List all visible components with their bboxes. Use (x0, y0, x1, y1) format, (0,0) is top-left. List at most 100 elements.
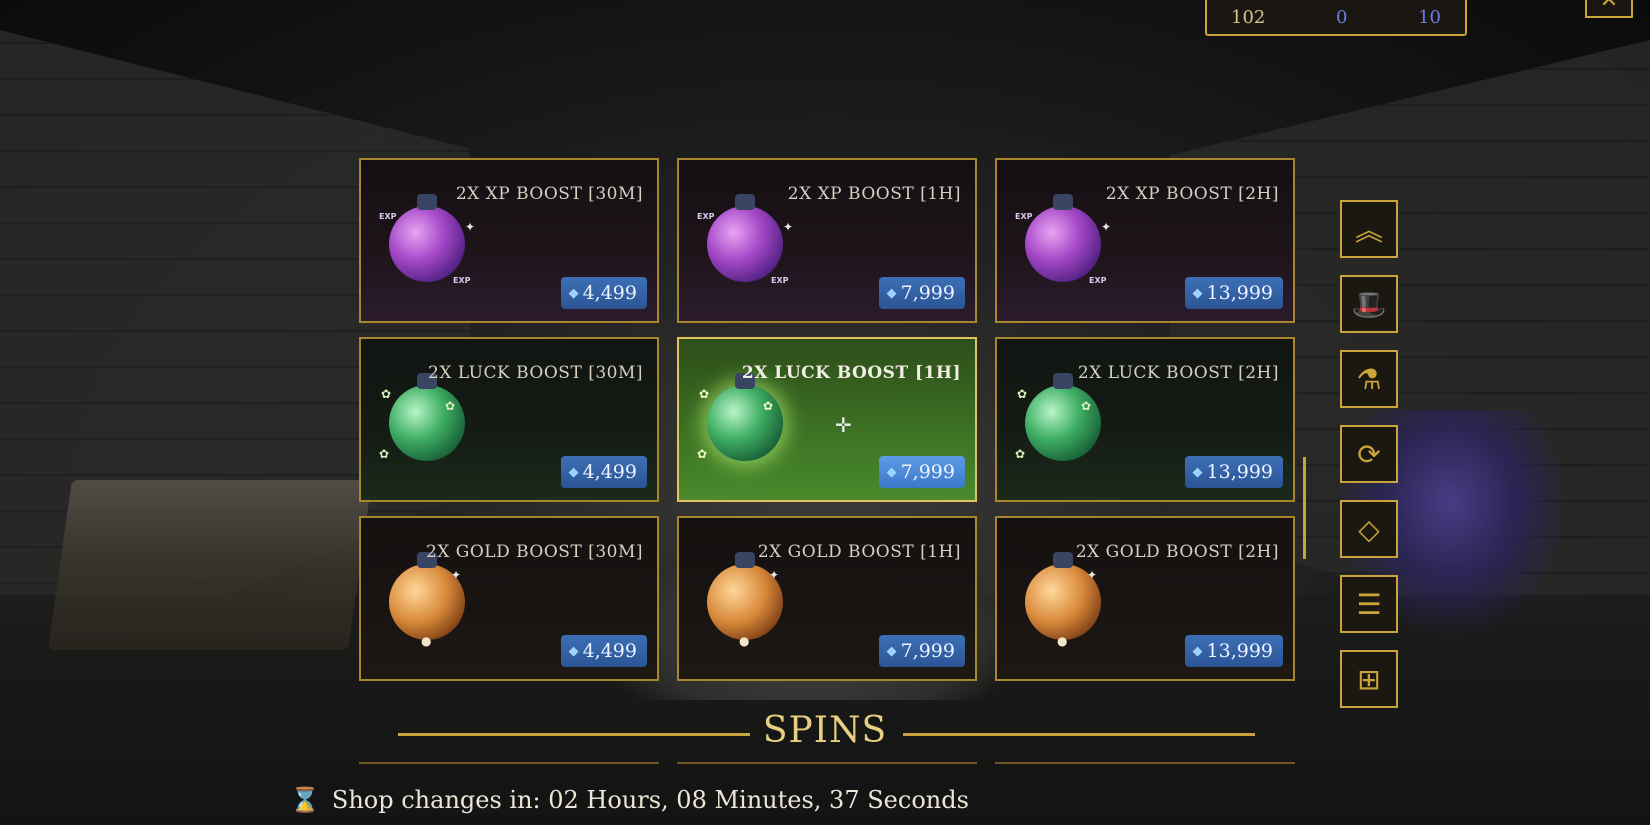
side-button-rank[interactable]: ︽ (1340, 200, 1398, 258)
shop-refresh-timer: ⌛ Shop changes in: 02 Hours, 08 Minutes,… (290, 786, 969, 814)
price-value: 7,999 (900, 640, 955, 662)
item-title: 2X LUCK BOOST [30M] (428, 363, 643, 383)
shop-item-xp-1h[interactable]: EXP EXP ✦ 2X XP BOOST [1H] ◆ 7,999 (677, 158, 977, 323)
gold-count: 102 (1231, 7, 1266, 28)
gem-icon: ◆ (568, 285, 579, 301)
side-button-spins[interactable]: ⟳ (1340, 425, 1398, 483)
shop-item-xp-2h[interactable]: EXP EXP ✦ 2X XP BOOST [2H] ◆ 13,999 (995, 158, 1295, 323)
sparkle-icon: ✦ (451, 568, 462, 582)
shop-item-luck-30m[interactable]: ✿ ✿ ✿ 2X LUCK BOOST [30M] ◆ 4,499 (359, 337, 659, 502)
item-title: 2X LUCK BOOST [1H] (741, 363, 961, 383)
exp-tag-icon: EXP (1015, 212, 1033, 221)
side-button-cosmetics[interactable]: 🎩 (1340, 275, 1398, 333)
xp-potion-icon (707, 194, 783, 282)
item-title: 2X LUCK BOOST [2H] (1077, 363, 1279, 383)
sparkle-icon: ✦ (1087, 568, 1098, 582)
exp-tag-icon: EXP (771, 276, 789, 285)
gift-box-icon: ⊞ (1357, 662, 1381, 696)
close-button[interactable]: ✕ (1585, 0, 1633, 18)
price-value: 7,999 (900, 461, 955, 483)
clover-icon: ✿ (1081, 399, 1092, 413)
item-title: 2X XP BOOST [2H] (1105, 184, 1279, 204)
clover-icon: ✿ (445, 399, 456, 413)
xp-potion-icon (1025, 194, 1101, 282)
exp-tag-icon: EXP (453, 276, 471, 285)
clover-icon: ✿ (699, 387, 710, 401)
exp-tag-icon: EXP (1089, 276, 1107, 285)
xp-potion-icon (389, 194, 465, 282)
shop-scrollbar[interactable] (1303, 457, 1306, 559)
shop-item-xp-30m[interactable]: EXP EXP ✦ 2X XP BOOST [30M] ◆ 4,499 (359, 158, 659, 323)
gem-icon: ◆ (1192, 643, 1203, 659)
price-button[interactable]: ◆ 4,499 (560, 456, 647, 488)
price-button[interactable]: ◆ 7,999 (878, 277, 965, 309)
price-button[interactable]: ◆ 4,499 (560, 277, 647, 309)
close-icon: ✕ (1599, 0, 1619, 13)
timer-text: Shop changes in: 02 Hours, 08 Minutes, 3… (331, 786, 969, 814)
spins-card-peek (677, 762, 977, 784)
side-button-gifts[interactable]: ⊞ (1340, 650, 1398, 708)
item-title: 2X XP BOOST [30M] (455, 184, 643, 204)
item-title: 2X GOLD BOOST [30M] (425, 542, 643, 562)
price-value: 4,499 (582, 282, 637, 304)
price-button[interactable]: ◆ 13,999 (1184, 456, 1283, 488)
gem-icon: ◆ (886, 464, 897, 480)
clover-icon: ✿ (379, 447, 390, 461)
gem-icon: ◆ (1192, 285, 1203, 301)
sparkle-icon: ✦ (1101, 220, 1112, 234)
sparkle-icon: ✦ (465, 220, 476, 234)
price-value: 13,999 (1206, 640, 1273, 662)
price-button[interactable]: ◆ 13,999 (1184, 635, 1283, 667)
gem-icon: ◆ (886, 285, 897, 301)
price-button[interactable]: ◆ 7,999 (878, 635, 965, 667)
shop-item-luck-2h[interactable]: ✿ ✿ ✿ 2X LUCK BOOST [2H] ◆ 13,999 (995, 337, 1295, 502)
sparkle-icon: ✦ (769, 568, 780, 582)
clover-icon: ✿ (697, 447, 708, 461)
rank-chevron-icon: ︽ (1354, 214, 1383, 247)
shop-item-luck-1h[interactable]: ✿ ✿ ✿ 2X LUCK BOOST [1H] ✛ ◆ 7,999 (677, 337, 977, 502)
section-heading-spins: SPINS (762, 710, 888, 751)
exp-tag-icon: EXP (697, 212, 715, 221)
side-button-boosts[interactable]: ⚗ (1340, 350, 1398, 408)
coin-icon: ● (1057, 634, 1068, 648)
clover-icon: ✿ (1015, 447, 1026, 461)
price-value: 13,999 (1206, 461, 1273, 483)
hourglass-icon: ⌛ (290, 786, 320, 814)
luck-potion-icon (707, 373, 783, 461)
boost-shop-grid: EXP EXP ✦ 2X XP BOOST [30M] ◆ 4,499 EXP … (359, 158, 1295, 681)
gem-icon: ◆ (568, 464, 579, 480)
section-divider-left (398, 733, 750, 736)
luck-potion-icon (1025, 373, 1101, 461)
clover-icon: ✿ (381, 387, 392, 401)
shop-item-gold-30m[interactable]: ✦ ● 2X GOLD BOOST [30M] ◆ 4,499 (359, 516, 659, 681)
spins-card-peek (995, 762, 1295, 784)
price-button[interactable]: ◆ 7,999 (878, 456, 965, 488)
clover-icon: ✿ (1017, 387, 1028, 401)
side-category-menu: ︽ 🎩 ⚗ ⟳ ◇ ☰ ⊞ (1340, 200, 1400, 708)
middle-currency-count: 0 (1336, 7, 1348, 28)
price-button[interactable]: ◆ 13,999 (1184, 277, 1283, 309)
coin-icon: ● (421, 634, 432, 648)
sparkle-icon: ✦ (783, 220, 794, 234)
shop-item-gold-1h[interactable]: ✦ ● 2X GOLD BOOST [1H] ◆ 7,999 (677, 516, 977, 681)
background-market-stall (48, 480, 372, 650)
price-value: 7,999 (900, 282, 955, 304)
price-value: 4,499 (582, 461, 637, 483)
diamond-icon: ◇ (1358, 512, 1380, 546)
item-title: 2X GOLD BOOST [2H] (1075, 542, 1279, 562)
exp-tag-icon: EXP (379, 212, 397, 221)
price-button[interactable]: ◆ 4,499 (560, 635, 647, 667)
side-button-gems[interactable]: ◇ (1340, 500, 1398, 558)
item-title: 2X XP BOOST [1H] (787, 184, 961, 204)
side-button-gold[interactable]: ☰ (1340, 575, 1398, 633)
currency-panel: 102 0 10 (1205, 0, 1467, 36)
item-title: 2X GOLD BOOST [1H] (757, 542, 961, 562)
gem-icon: ◆ (1192, 464, 1203, 480)
potion-icon: ⚗ (1356, 362, 1382, 396)
price-value: 4,499 (582, 640, 637, 662)
luck-potion-icon (389, 373, 465, 461)
spins-card-peek (359, 762, 659, 784)
top-hat-icon: 🎩 (1351, 287, 1387, 321)
price-value: 13,999 (1206, 282, 1273, 304)
shop-item-gold-2h[interactable]: ✦ ● 2X GOLD BOOST [2H] ◆ 13,999 (995, 516, 1295, 681)
